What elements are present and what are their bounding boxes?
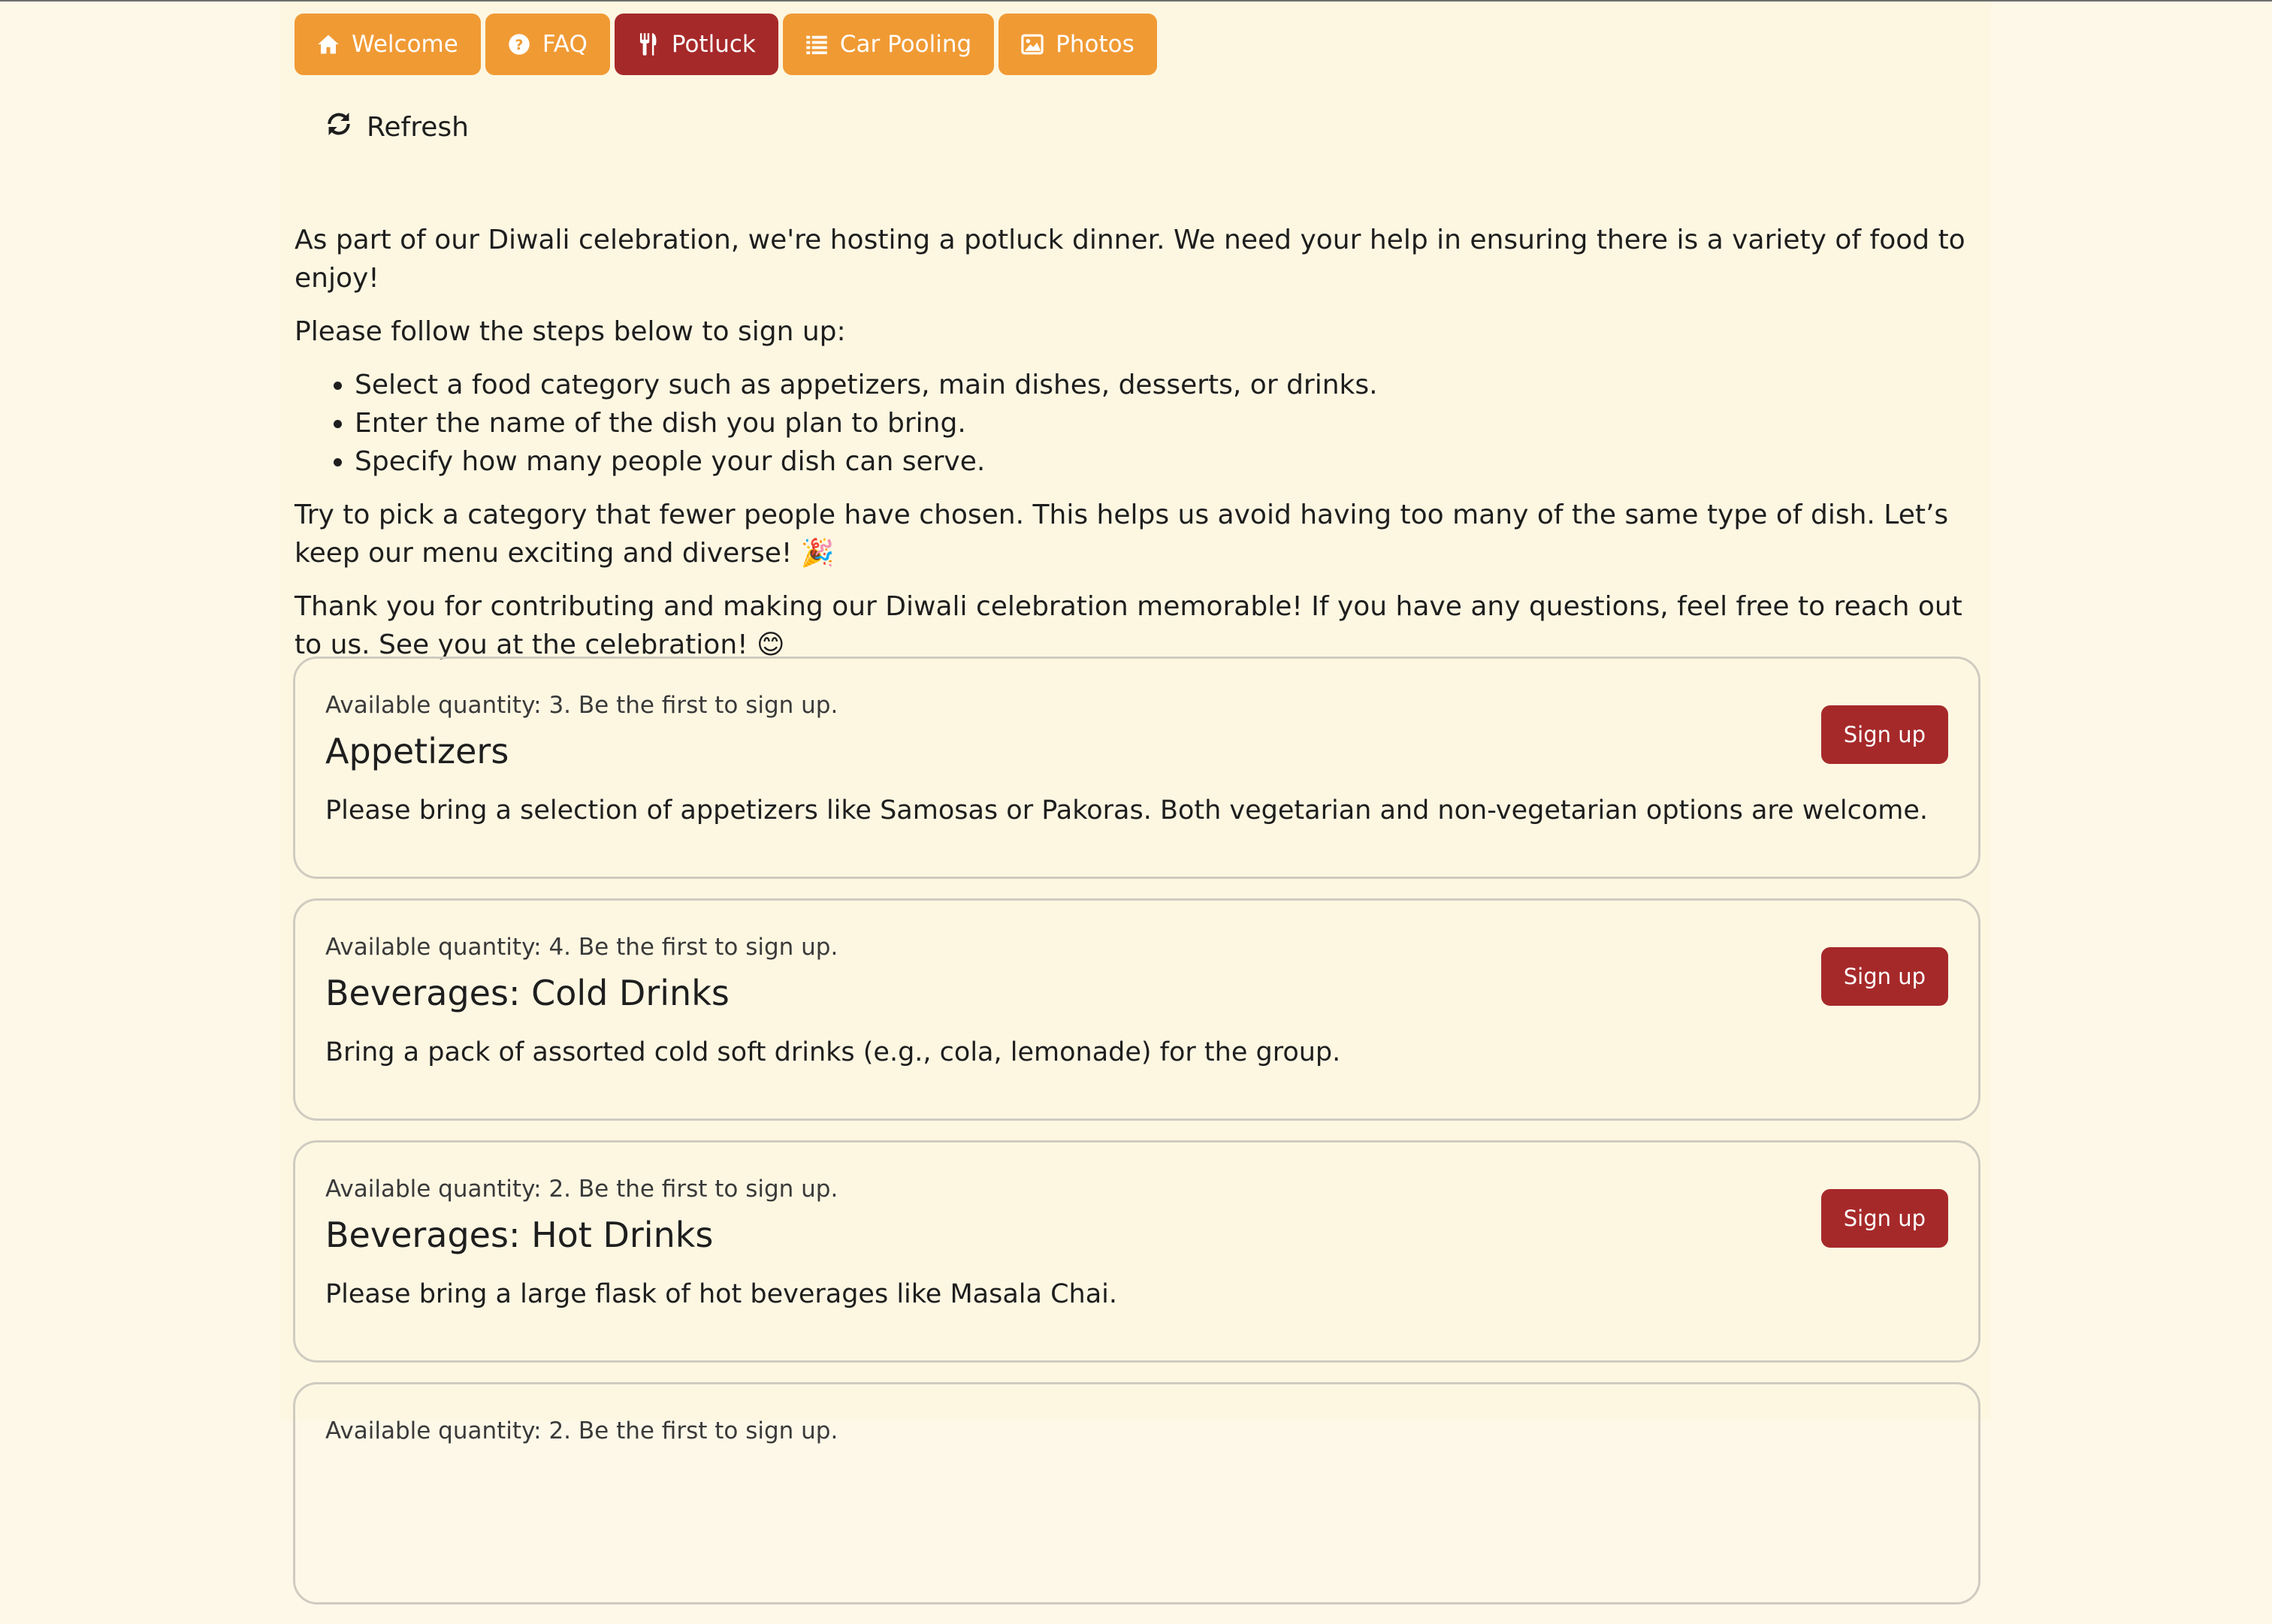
item-title: Beverages: Cold Drinks bbox=[325, 973, 730, 1013]
available-quantity: Available quantity: 2. Be the first to s… bbox=[325, 1176, 838, 1203]
available-quantity: Available quantity: 3. Be the first to s… bbox=[325, 692, 838, 719]
item-title: Beverages: Hot Drinks bbox=[325, 1215, 714, 1255]
refresh-label: Refresh bbox=[367, 112, 469, 143]
refresh-icon bbox=[325, 110, 353, 145]
tab-photos[interactable]: Photos bbox=[999, 14, 1157, 75]
item-title: Appetizers bbox=[325, 731, 509, 771]
intro-paragraph: Please follow the steps below to sign up… bbox=[295, 316, 846, 347]
sign-up-button[interactable]: Sign up bbox=[1820, 947, 1948, 1006]
utensils-icon bbox=[637, 32, 660, 56]
svg-text:?: ? bbox=[515, 38, 523, 53]
available-quantity: Available quantity: 2. Be the first to s… bbox=[325, 1417, 838, 1444]
tab-label: Car Pooling bbox=[839, 31, 972, 58]
list-item: Enter the name of the dish you plan to b… bbox=[355, 404, 1970, 442]
potluck-item-card: Available quantity: 3. Be the first to s… bbox=[293, 657, 1980, 879]
intro-text: As part of our Diwali celebration, we're… bbox=[295, 221, 1970, 679]
steps-list: Select a food category such as appetizer… bbox=[295, 366, 1970, 481]
potluck-item-card: Available quantity: 2. Be the first to s… bbox=[293, 1382, 1980, 1604]
available-quantity: Available quantity: 4. Be the first to s… bbox=[325, 934, 838, 961]
question-circle-icon: ? bbox=[508, 33, 530, 56]
tab-faq[interactable]: ? FAQ bbox=[485, 14, 610, 75]
tab-label: Potluck bbox=[671, 31, 756, 58]
tab-label: Photos bbox=[1056, 31, 1134, 58]
intro-paragraph: Thank you for contributing and making ou… bbox=[295, 591, 1962, 660]
potluck-item-list: Available quantity: 3. Be the first to s… bbox=[293, 657, 1980, 1624]
list-icon bbox=[805, 33, 828, 56]
item-description: Bring a pack of assorted cold soft drink… bbox=[325, 1037, 1341, 1067]
intro-paragraph: Try to pick a category that fewer people… bbox=[295, 500, 1949, 569]
list-item: Select a food category such as appetizer… bbox=[355, 366, 1970, 404]
item-description: Please bring a selection of appetizers l… bbox=[325, 795, 1928, 826]
potluck-item-card: Available quantity: 4. Be the first to s… bbox=[293, 898, 1980, 1121]
tab-label: Welcome bbox=[352, 31, 458, 58]
intro-paragraph: As part of our Diwali celebration, we're… bbox=[295, 225, 1965, 294]
potluck-item-card: Available quantity: 2. Be the first to s… bbox=[293, 1140, 1980, 1363]
refresh-button[interactable]: Refresh bbox=[325, 110, 469, 145]
sign-up-button[interactable]: Sign up bbox=[1820, 705, 1948, 764]
tab-label: FAQ bbox=[542, 31, 588, 58]
tab-welcome[interactable]: Welcome bbox=[295, 14, 481, 75]
sign-up-button[interactable]: Sign up bbox=[1820, 1189, 1948, 1248]
tab-car-pooling[interactable]: Car Pooling bbox=[782, 14, 995, 75]
list-item: Specify how many people your dish can se… bbox=[355, 442, 1970, 481]
page-column: Welcome ? FAQ Potluck Car Pooling Photos bbox=[279, 2, 1991, 1604]
item-description: Please bring a large flask of hot bevera… bbox=[325, 1279, 1117, 1309]
nav-tabs: Welcome ? FAQ Potluck Car Pooling Photos bbox=[295, 14, 1157, 75]
tab-potluck[interactable]: Potluck bbox=[614, 14, 778, 75]
image-icon bbox=[1021, 34, 1044, 55]
home-icon bbox=[317, 33, 340, 56]
